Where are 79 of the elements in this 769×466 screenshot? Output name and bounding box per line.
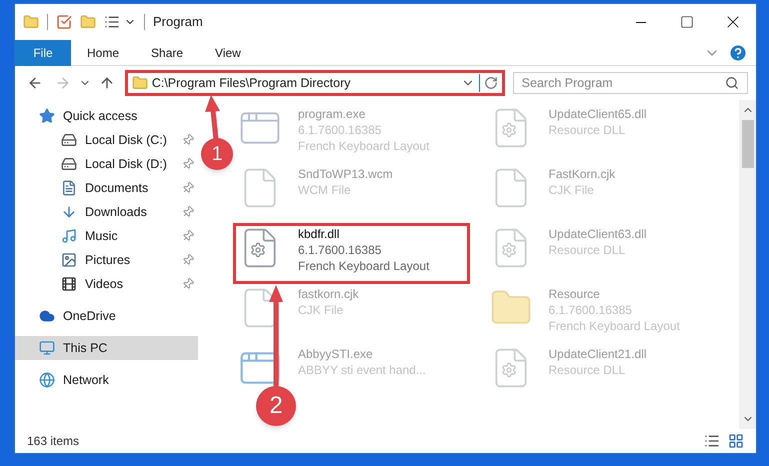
sidebar-label: Network bbox=[63, 372, 109, 389]
sidebar-label: OneDrive bbox=[63, 308, 116, 325]
ribbon-tab[interactable]: File bbox=[15, 40, 71, 66]
sidebar-item[interactable]: Local Disk (D:) bbox=[15, 152, 198, 176]
monitor-icon bbox=[39, 340, 55, 356]
sidebar-label: Music bbox=[85, 228, 118, 245]
back-icon[interactable] bbox=[27, 75, 43, 91]
scrollbar[interactable] bbox=[739, 100, 756, 429]
sidebar-label: Local Disk (D:) bbox=[85, 156, 167, 173]
sidebar-label: Local Disk (C:) bbox=[85, 132, 167, 149]
picture-icon bbox=[61, 252, 77, 268]
download-icon bbox=[61, 204, 77, 220]
sidebar-label: Downloads bbox=[85, 204, 147, 221]
details-view-icon[interactable] bbox=[704, 433, 720, 449]
sidebar-item[interactable]: OneDrive bbox=[15, 304, 198, 328]
search-field[interactable]: Search Program bbox=[512, 72, 748, 94]
file-item[interactable]: kbdfr.dll 6.1.7600.16385 French Keyboard Layout bbox=[238, 226, 488, 274]
sidebar-label: Documents bbox=[85, 180, 148, 197]
ribbon-tab[interactable]: Share bbox=[135, 40, 200, 66]
help-icon[interactable] bbox=[728, 42, 748, 62]
refresh-icon[interactable] bbox=[484, 76, 498, 90]
file-detail: 6.1.7600.16385 bbox=[298, 122, 382, 138]
view-icon[interactable] bbox=[104, 14, 120, 30]
file-detail: Resource DLL bbox=[548, 122, 626, 138]
search-icon bbox=[725, 76, 739, 90]
file-detail: Resource DLL bbox=[548, 242, 626, 258]
file-detail: French Keyboard Layout bbox=[298, 258, 430, 274]
file-detail: CJK File bbox=[548, 182, 595, 198]
sidebar-item[interactable]: Local Disk (C:) bbox=[15, 128, 198, 152]
file-name: UpdateClient21.dll bbox=[548, 346, 647, 362]
address-field[interactable]: C:\Program Files\Program Directory bbox=[124, 70, 505, 96]
properties-icon[interactable] bbox=[56, 14, 72, 30]
file-name: UpdateClient65.dll bbox=[548, 106, 647, 122]
film-icon bbox=[61, 276, 77, 292]
ribbon-tab[interactable]: Home bbox=[71, 40, 136, 66]
file-name: kbdfr.dll bbox=[298, 226, 340, 242]
file-detail: WCM File bbox=[298, 182, 352, 198]
sidebar-item[interactable]: Network bbox=[15, 368, 198, 392]
sidebar-item[interactable]: Documents bbox=[15, 176, 198, 200]
file-name: Resource bbox=[548, 286, 601, 302]
folder-icon bbox=[132, 75, 148, 91]
sidebar-label: Videos bbox=[85, 276, 123, 293]
file-detail: French Keyboard Layout bbox=[298, 138, 430, 154]
up-icon[interactable] bbox=[98, 75, 115, 91]
drive-icon bbox=[61, 156, 77, 172]
file-name: FastKorn.cjk bbox=[548, 166, 616, 182]
sidebar-item[interactable]: Videos bbox=[15, 272, 198, 296]
sidebar-item[interactable]: Downloads bbox=[15, 200, 198, 224]
file-name: program.exe bbox=[298, 106, 366, 122]
file-detail: French Keyboard Layout bbox=[548, 318, 680, 334]
cloud-icon bbox=[39, 308, 55, 324]
file-detail: CJK File bbox=[298, 302, 344, 318]
file-name: SndToWP13.wcm bbox=[298, 166, 393, 182]
network-icon bbox=[39, 372, 55, 388]
file-detail: 6.1.7600.16385 bbox=[298, 242, 382, 258]
sidebar-item[interactable]: Quick access bbox=[15, 104, 198, 128]
document-icon bbox=[61, 180, 77, 196]
file-detail: Resource DLL bbox=[548, 362, 626, 378]
sidebar-label: This PC bbox=[63, 340, 108, 357]
sidebar-item[interactable]: Music bbox=[15, 224, 198, 248]
drive-icon bbox=[61, 132, 77, 148]
sidebar-item[interactable]: Pictures bbox=[15, 248, 198, 272]
arrow bbox=[205, 95, 220, 140]
sidebar-item[interactable]: This PC bbox=[15, 336, 198, 360]
tiles-view-icon[interactable] bbox=[728, 433, 744, 449]
sidebar-label: Quick access bbox=[63, 108, 138, 125]
music-icon bbox=[61, 228, 77, 244]
file-detail: ABBYY sti event hand... bbox=[298, 362, 426, 378]
file-name: AbbyySTI.exe bbox=[298, 346, 374, 362]
file-detail: 6.1.7600.16385 bbox=[548, 302, 633, 318]
file-name: fastkorn.cjk bbox=[298, 286, 359, 302]
maximize-icon bbox=[680, 15, 694, 29]
file-name: UpdateClient63.dll bbox=[548, 226, 647, 242]
star-icon bbox=[39, 108, 55, 124]
sidebar-label: Pictures bbox=[85, 252, 130, 269]
scroll-thumb[interactable] bbox=[742, 120, 754, 168]
window-title: Program bbox=[153, 13, 204, 32]
item-count: 163 items bbox=[27, 433, 80, 450]
ribbon-tab[interactable]: View bbox=[199, 40, 257, 66]
